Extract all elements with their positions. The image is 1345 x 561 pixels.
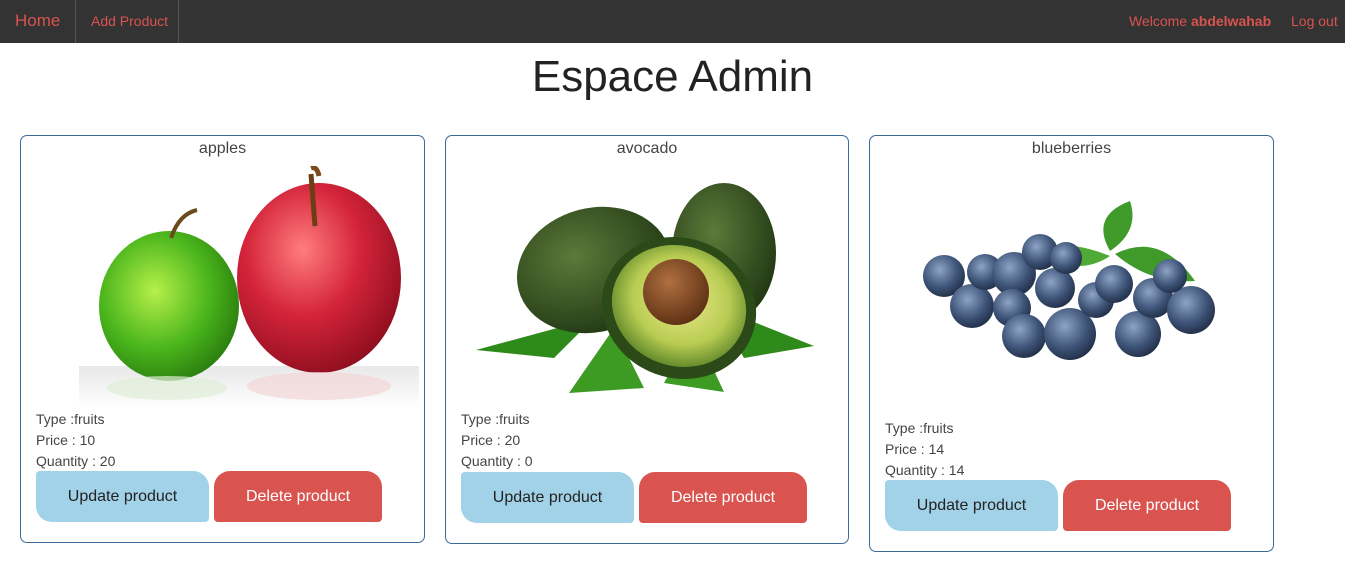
product-card-apples: apples Type :fruits Price : 10 Quantity …	[20, 135, 425, 543]
product-price: Price : 20	[461, 432, 521, 448]
nav-add-product-label[interactable]: Add Product	[91, 13, 168, 29]
product-quantity: Quantity : 14	[885, 462, 965, 478]
nav-home-link[interactable]: Home	[0, 0, 76, 43]
update-product-button[interactable]: Update product	[885, 480, 1058, 531]
update-product-button[interactable]: Update product	[461, 472, 634, 523]
product-name: avocado	[616, 140, 678, 157]
product-type: Type :fruits	[36, 411, 105, 427]
product-card-blueberries: blueberries Type :fruits Price: 14 Quan…	[869, 135, 1274, 552]
nav-add-product-link[interactable]: Add Product	[76, 0, 179, 43]
product-quantity: Quantity : 20	[36, 453, 116, 469]
product-price: Price : 14	[885, 441, 945, 457]
logout-link[interactable]: Log out	[1291, 13, 1338, 29]
welcome-text: Welcome abdelwahab	[1129, 13, 1271, 29]
delete-product-button[interactable]: Delete product	[639, 472, 807, 523]
delete-product-button[interactable]: Delete product	[214, 471, 382, 522]
welcome-prefix: Welcome	[1129, 13, 1188, 29]
delete-product-button[interactable]: Delete product	[1063, 480, 1231, 531]
product-name: apples	[198, 140, 247, 157]
update-product-button[interactable]: Update product	[36, 471, 209, 522]
product-name: blueberries	[1031, 140, 1112, 157]
product-image-blueberries	[900, 196, 1235, 371]
username: abdelwahab	[1190, 13, 1272, 29]
product-type: Type :fruits	[885, 420, 954, 436]
product-image-apples	[79, 166, 419, 409]
product-price: Price : 10	[36, 432, 96, 448]
navbar: Home Add Product Welcome abdelwahab Log …	[0, 0, 1345, 43]
product-type: Type :fruits	[461, 411, 530, 427]
product-image-avocado	[474, 178, 819, 400]
product-quantity: Quantity : 0	[461, 453, 533, 469]
nav-home-label[interactable]: Home	[15, 11, 60, 31]
page-title: Espace Admin	[531, 52, 814, 101]
product-card-avocado: avocado Type :fruits Price : 20 Quantity…	[445, 135, 849, 544]
